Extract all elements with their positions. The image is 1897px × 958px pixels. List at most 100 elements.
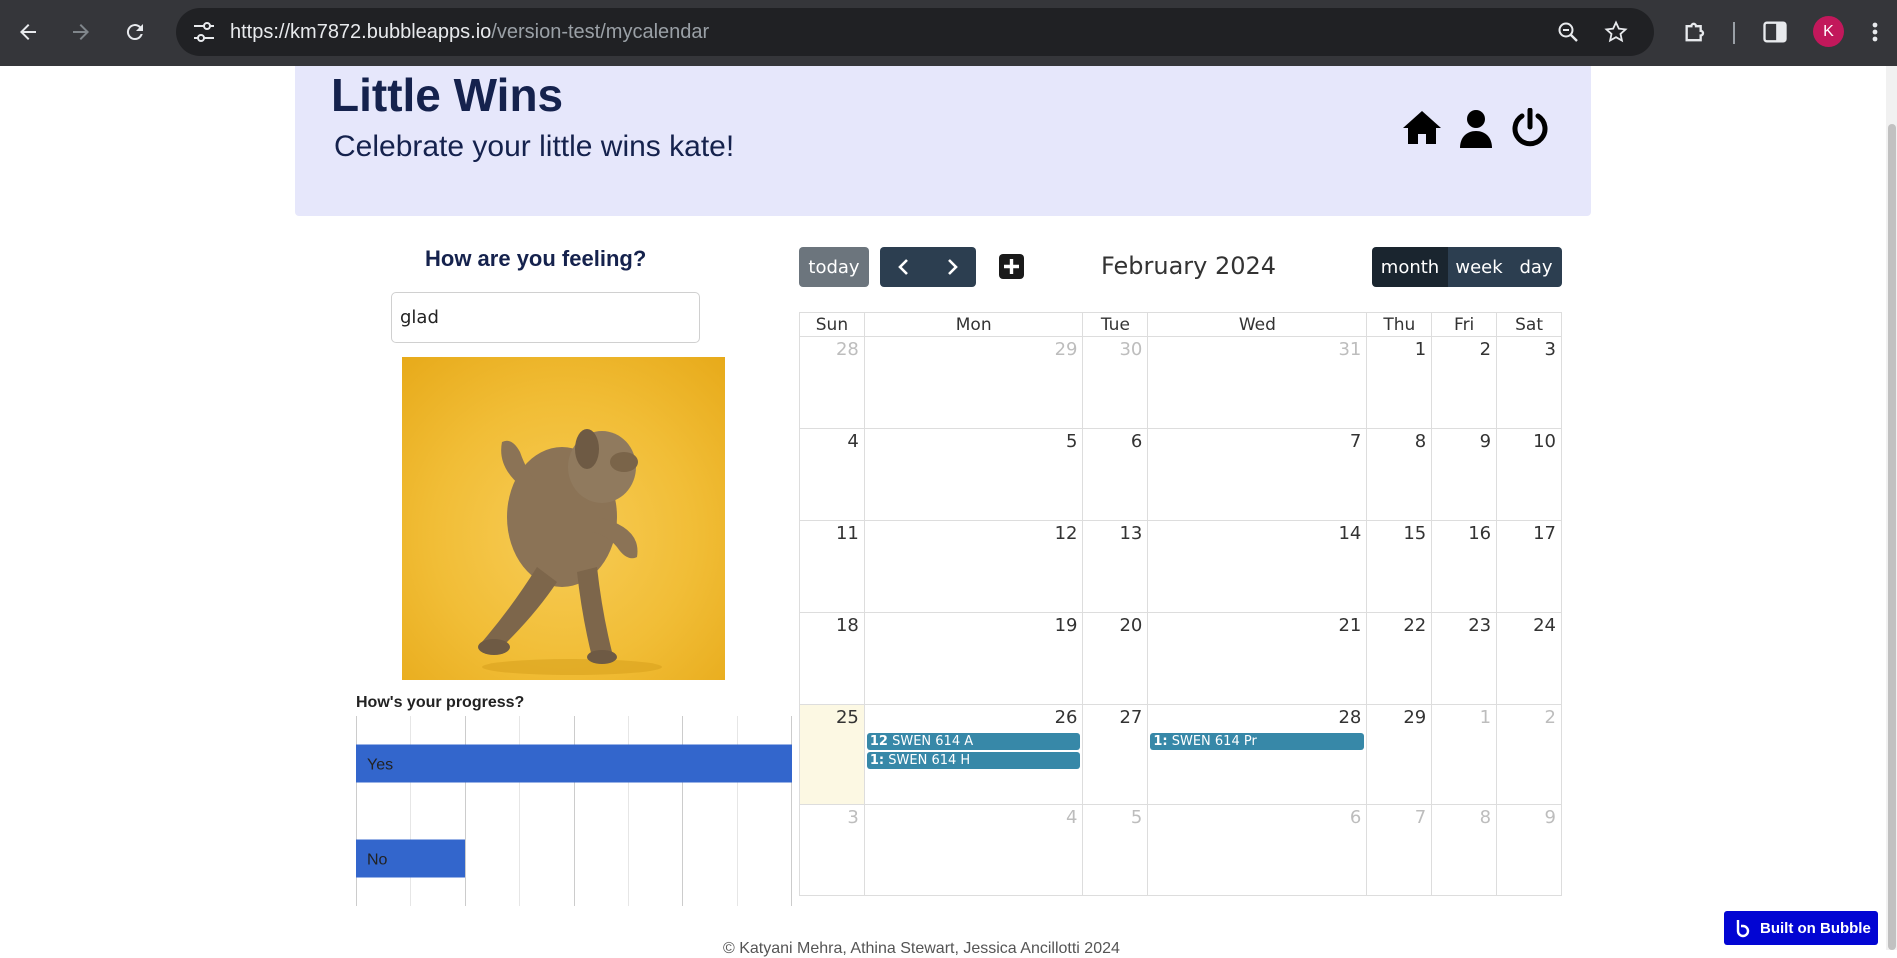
forward-icon[interactable] <box>63 14 99 50</box>
day-number: 16 <box>1468 523 1492 544</box>
menu-icon[interactable] <box>1867 18 1883 46</box>
day-number: 8 <box>1414 431 1427 452</box>
month-grid: Sun Mon Tue Wed Thu Fri Sat 28 29 30 31 1 2 3 4 5 6 7 8 9 1… <box>799 312 1562 896</box>
day-cell[interactable]: 5 <box>1082 804 1149 896</box>
event-time: 1: <box>1153 734 1168 749</box>
calendar-event[interactable]: 1: SWEN 614 Pr <box>1150 733 1365 750</box>
day-number: 4 <box>1066 807 1078 828</box>
day-number: 20 <box>1119 615 1143 636</box>
day-cell[interactable]: 14 <box>1147 520 1368 613</box>
day-cell[interactable]: 15 <box>1366 520 1433 613</box>
day-cell[interactable]: 9 <box>1431 428 1498 521</box>
feeling-label: How are you feeling? <box>425 246 647 271</box>
zoom-icon[interactable] <box>1556 20 1580 44</box>
bubble-logo-icon <box>1736 920 1750 938</box>
home-icon[interactable] <box>1402 108 1442 148</box>
feeling-input[interactable] <box>391 292 700 343</box>
day-cell[interactable]: 29 <box>863 336 1084 429</box>
view-month-button[interactable]: month <box>1372 247 1448 287</box>
day-cell[interactable]: 3 <box>799 804 865 896</box>
day-cell[interactable]: 6 <box>1147 804 1368 896</box>
day-cell[interactable]: 19 <box>863 612 1084 705</box>
day-number: 2 <box>1479 339 1492 360</box>
today-button[interactable]: today <box>799 247 869 287</box>
day-cell[interactable]: 25 <box>799 704 865 805</box>
day-cell[interactable]: 17 <box>1496 520 1562 613</box>
day-cell[interactable]: 1 <box>1431 704 1498 805</box>
day-cell[interactable]: 22 <box>1366 612 1433 705</box>
calendar-event[interactable]: 12 SWEN 614 A <box>866 733 1081 750</box>
day-cell[interactable]: 23 <box>1431 612 1498 705</box>
day-number: 28 <box>1338 707 1362 728</box>
day-cell[interactable]: 28 1: SWEN 614 Pr <box>1147 704 1368 805</box>
day-number: 7 <box>1349 431 1362 452</box>
bookmark-star-icon[interactable] <box>1604 20 1628 44</box>
reload-icon[interactable] <box>117 14 153 50</box>
day-cell[interactable]: 21 <box>1147 612 1368 705</box>
built-on-bubble-badge[interactable]: Built on Bubble <box>1724 911 1878 945</box>
url-path: /version-test/mycalendar <box>491 21 710 43</box>
day-number: 29 <box>1403 707 1427 728</box>
day-number: 31 <box>1338 339 1362 360</box>
add-event-button[interactable] <box>999 254 1024 279</box>
footer-copyright: © Katyani Mehra, Athina Stewart, Jessica… <box>723 940 1120 957</box>
view-day-button[interactable]: day <box>1510 247 1562 287</box>
day-number: 10 <box>1533 431 1556 452</box>
day-cell[interactable]: 9 <box>1496 804 1562 896</box>
event-time: 12 <box>869 734 888 749</box>
event-title: SWEN 614 A <box>892 734 974 749</box>
day-cell[interactable]: 10 <box>1496 428 1562 521</box>
user-icon[interactable] <box>1456 108 1496 148</box>
scrollbar-thumb[interactable] <box>1888 124 1896 950</box>
day-number: 17 <box>1533 523 1556 544</box>
day-cell[interactable]: 29 <box>1366 704 1433 805</box>
calendar-title: February 2024 <box>1101 252 1277 280</box>
day-cell[interactable]: 6 <box>1082 428 1149 521</box>
day-cell[interactable]: 4 <box>863 804 1084 896</box>
day-cell[interactable]: 24 <box>1496 612 1562 705</box>
day-number: 6 <box>1130 431 1143 452</box>
day-number: 15 <box>1403 523 1427 544</box>
site-info-icon[interactable] <box>192 21 216 43</box>
day-cell[interactable]: 2 <box>1431 336 1498 429</box>
day-number: 25 <box>835 707 859 728</box>
day-cell[interactable]: 4 <box>799 428 865 521</box>
day-cell[interactable]: 27 <box>1082 704 1149 805</box>
week-row: 18 19 20 21 22 23 24 <box>799 612 1562 705</box>
browser-toolbar: https://km7872.bubbleapps.io/version-tes… <box>0 0 1897 66</box>
address-bar[interactable]: https://km7872.bubbleapps.io/version-tes… <box>176 8 1654 56</box>
profile-avatar[interactable]: K <box>1813 16 1844 47</box>
calendar-event[interactable]: 1: SWEN 614 H <box>866 752 1081 769</box>
side-panel-icon[interactable] <box>1761 18 1789 46</box>
back-icon[interactable] <box>10 14 46 50</box>
weekday-sun: Sun <box>799 312 865 337</box>
day-cell[interactable]: 20 <box>1082 612 1149 705</box>
day-number: 28 <box>835 339 859 360</box>
day-cell[interactable]: 8 <box>1366 428 1433 521</box>
week-row: 4 5 6 7 8 9 10 <box>799 428 1562 521</box>
day-cell[interactable]: 16 <box>1431 520 1498 613</box>
day-cell[interactable]: 2 <box>1496 704 1562 805</box>
day-cell[interactable]: 5 <box>863 428 1084 521</box>
day-number: 8 <box>1479 807 1492 828</box>
day-cell[interactable]: 28 <box>799 336 865 429</box>
prev-month-button[interactable] <box>880 247 928 287</box>
day-cell[interactable]: 18 <box>799 612 865 705</box>
extensions-icon[interactable] <box>1682 18 1710 46</box>
day-cell[interactable]: 12 <box>863 520 1084 613</box>
progress-bar-label: Yes <box>367 757 393 774</box>
day-cell[interactable]: 30 <box>1082 336 1149 429</box>
view-week-button[interactable]: week <box>1448 247 1510 287</box>
day-cell[interactable]: 11 <box>799 520 865 613</box>
day-cell[interactable]: 31 <box>1147 336 1368 429</box>
day-cell[interactable]: 7 <box>1147 428 1368 521</box>
day-cell[interactable]: 7 <box>1366 804 1433 896</box>
day-cell[interactable]: 26 12 SWEN 614 A 1: SWEN 614 H <box>863 704 1084 805</box>
day-cell[interactable]: 3 <box>1496 336 1562 429</box>
next-month-button[interactable] <box>928 247 976 287</box>
day-number: 1 <box>1479 707 1492 728</box>
day-cell[interactable]: 8 <box>1431 804 1498 896</box>
power-icon[interactable] <box>1510 108 1550 148</box>
day-cell[interactable]: 1 <box>1366 336 1433 429</box>
day-cell[interactable]: 13 <box>1082 520 1149 613</box>
